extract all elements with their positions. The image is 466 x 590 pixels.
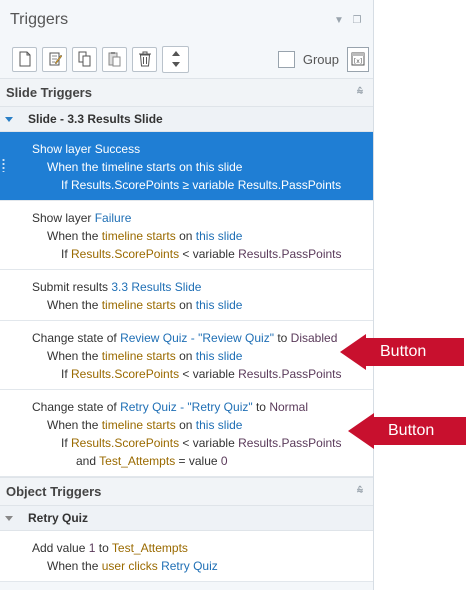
trigger-show-success[interactable]: Show layer Success When the timeline sta… — [0, 132, 373, 201]
copy-icon — [78, 51, 90, 67]
trigger-line-action: Show layer Success — [32, 142, 141, 156]
move-up-icon[interactable] — [171, 51, 180, 57]
group-controls: Group [x] — [277, 46, 369, 72]
trigger-change-state-retry[interactable]: Change state of Retry Quiz - "Retry Quiz… — [0, 390, 373, 477]
trigger-line-condition: If Results.ScorePoints < variable Result… — [61, 367, 342, 381]
callout-arrow-icon — [348, 413, 374, 449]
trigger-line-event: When the timeline starts on this slide — [47, 418, 243, 432]
callout-label: Button — [374, 417, 466, 445]
object-group-header[interactable]: Retry Quiz — [0, 506, 373, 531]
svg-text:[x]: [x] — [354, 58, 362, 65]
move-down-icon[interactable] — [171, 61, 180, 67]
trigger-line-event: When the timeline starts on this slide — [47, 160, 243, 174]
drag-grip-icon[interactable] — [2, 158, 5, 172]
callout-label: Button — [366, 338, 464, 366]
new-trigger-button[interactable] — [12, 46, 37, 72]
slide-group-label: Slide - 3.3 Results Slide — [28, 112, 163, 126]
group-button[interactable]: [x] — [347, 46, 369, 72]
collapse-icon[interactable]: ⩯ — [353, 485, 367, 498]
trigger-show-failure[interactable]: Show layer Failure When the timeline sta… — [0, 201, 373, 270]
callout-arrow-icon — [340, 334, 366, 370]
trigger-line-action: Submit results 3.3 Results Slide — [32, 280, 202, 294]
button-callout-2: Button — [348, 413, 466, 449]
move-up-down-buttons[interactable] — [162, 45, 189, 73]
slide-triggers-header[interactable]: Slide Triggers ⩯ — [0, 78, 373, 107]
panel-menu-icon[interactable]: ▼ — [333, 14, 345, 26]
trigger-add-value[interactable]: Add value 1 to Test_Attempts When the us… — [0, 531, 373, 582]
trigger-line-event: When the user clicks Retry Quiz — [47, 559, 218, 573]
trigger-line-condition: If Results.ScorePoints < variable Result… — [61, 436, 342, 450]
object-group-label: Retry Quiz — [28, 511, 89, 525]
triggers-panel: Triggers ▼ ❐ Group [x] Slide Triggers ⩯ … — [0, 0, 374, 590]
button-callout-1: Button — [340, 334, 464, 370]
new-trigger-icon — [19, 51, 30, 67]
trigger-line-action: Change state of Retry Quiz - "Retry Quiz… — [32, 400, 308, 414]
trigger-line-condition-and: and Test_Attempts = value 0 — [76, 454, 228, 468]
group-icon: [x] — [351, 52, 365, 66]
panel-title: Triggers — [10, 11, 69, 28]
trigger-line-condition: If Results.ScorePoints < variable Result… — [61, 247, 342, 261]
edit-trigger-button[interactable] — [42, 46, 67, 72]
trigger-line-event: When the timeline starts on this slide — [47, 229, 243, 243]
toolbar: Group [x] — [0, 40, 373, 78]
object-triggers-label: Object Triggers — [6, 484, 102, 499]
object-triggers-header[interactable]: Object Triggers ⩯ — [0, 477, 373, 506]
trigger-submit-results[interactable]: Submit results 3.3 Results Slide When th… — [0, 270, 373, 321]
group-checkbox[interactable] — [277, 50, 295, 68]
trigger-line-condition: If Results.ScorePoints ≥ variable Result… — [61, 178, 342, 192]
expand-caret-icon[interactable] — [5, 116, 13, 122]
trigger-line-action: Add value 1 to Test_Attempts — [32, 541, 188, 555]
delete-icon — [138, 51, 151, 67]
edit-trigger-icon — [49, 52, 62, 66]
slide-group-header[interactable]: Slide - 3.3 Results Slide — [0, 107, 373, 132]
collapse-icon[interactable]: ⩯ — [353, 86, 367, 99]
panel-float-icon[interactable]: ❐ — [351, 14, 363, 26]
panel-header: Triggers ▼ ❐ — [0, 0, 373, 40]
slide-triggers-label: Slide Triggers — [6, 85, 92, 100]
group-label: Group — [302, 51, 339, 67]
delete-button[interactable] — [132, 46, 157, 72]
paste-button[interactable] — [102, 46, 127, 72]
copy-button[interactable] — [72, 46, 97, 72]
expand-caret-icon[interactable] — [5, 515, 13, 521]
trigger-line-event: When the timeline starts on this slide — [47, 298, 243, 312]
trigger-line-action: Change state of Review Quiz - "Review Qu… — [32, 331, 338, 345]
trigger-line-action: Show layer Failure — [32, 211, 132, 225]
trigger-change-state-review[interactable]: Change state of Review Quiz - "Review Qu… — [0, 321, 373, 390]
paste-icon — [108, 52, 120, 67]
trigger-line-event: When the timeline starts on this slide — [47, 349, 243, 363]
